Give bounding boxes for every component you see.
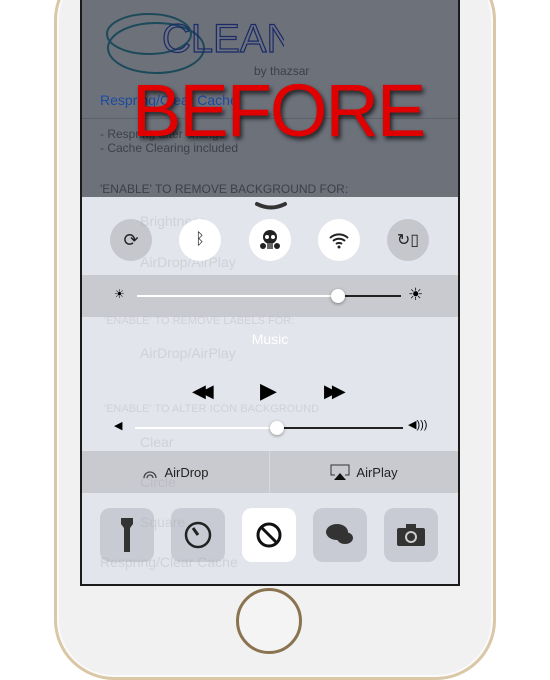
timer-button[interactable] [171, 508, 225, 562]
ghost-row: 'ENABLE' TO ALTER ICON BACKGROUND [104, 403, 320, 415]
home-button[interactable] [236, 588, 302, 654]
brightness-high-icon: ☀ [408, 285, 424, 304]
rotation-lock-toggle[interactable]: ⟳ [110, 219, 152, 261]
chevron-down-icon[interactable] [254, 201, 288, 213]
control-center: Brightness AirDrop/AirPlay 'ENABLE' TO R… [82, 197, 458, 584]
before-overlay-label: BEFORE [132, 69, 426, 152]
previous-track-button[interactable]: ◀◀ [192, 381, 214, 402]
slider-track [337, 295, 401, 297]
rotation-lock-icon: ⟳ [123, 229, 139, 250]
slider-fill [135, 427, 278, 429]
brightness-knob[interactable] [330, 289, 345, 303]
bluetooth-toggle[interactable]: ᛒ [179, 219, 221, 261]
volume-slider[interactable] [135, 421, 403, 441]
slider-fill [137, 295, 338, 297]
rotate-device-icon: ↻▯ [396, 232, 420, 249]
airdrop-button[interactable]: AirDrop [82, 451, 269, 493]
camera-icon [397, 524, 425, 546]
timer-icon [184, 521, 212, 549]
music-title: Music [251, 331, 289, 347]
gas-mask-icon [260, 230, 280, 249]
messages-icon [326, 524, 353, 544]
slider-track [277, 427, 403, 429]
brightness-low-icon: ☀ [114, 287, 125, 301]
flashlight-icon [121, 518, 133, 552]
flashlight-button[interactable] [100, 508, 154, 562]
volume-knob[interactable] [270, 421, 285, 435]
gas-mask-toggle[interactable] [249, 219, 291, 261]
airdrop-icon [143, 471, 158, 479]
play-button[interactable]: ▶ [260, 378, 277, 404]
airplay-icon [330, 464, 350, 480]
airdrop-label: AirDrop [164, 464, 209, 480]
logo-text: CLEAN [162, 17, 284, 61]
wifi-icon [329, 233, 349, 249]
brightness-slider[interactable] [137, 289, 401, 309]
section-header: 'ENABLE' TO REMOVE BACKGROUND FOR: [100, 182, 349, 196]
next-track-button[interactable]: ▶▶ [324, 381, 346, 402]
volume-low-icon: ◀ [114, 420, 123, 432]
rotate-device-toggle[interactable]: ↻▯ [387, 219, 429, 261]
do-not-disturb-icon [256, 522, 282, 548]
wifi-toggle[interactable] [318, 219, 360, 261]
bluetooth-icon: ᛒ [195, 231, 205, 248]
screen: CLEAN by thazsar Respring/Clear Cache - … [80, 0, 460, 586]
airplay-button[interactable]: AirPlay [270, 451, 458, 493]
messages-button[interactable] [313, 508, 367, 562]
volume-high-icon: ◀))) [408, 419, 428, 431]
ghost-row: AirDrop/AirPlay [140, 345, 236, 361]
airplay-label: AirPlay [356, 464, 398, 480]
camera-button[interactable] [384, 508, 438, 562]
do-not-disturb-button[interactable] [242, 508, 296, 562]
